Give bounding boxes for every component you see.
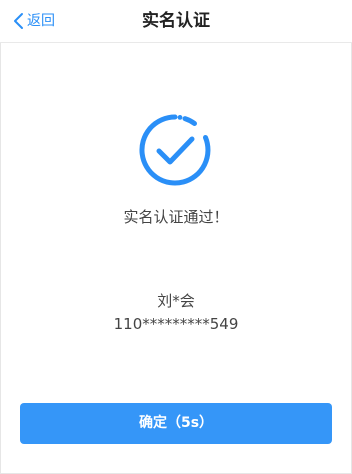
confirm-button[interactable]: 确定（5s） [20,403,332,444]
success-message: 实名认证通过！ [123,208,229,226]
page-title: 实名认证 [142,11,210,31]
masked-id-number: 110*********549 [113,315,239,333]
check-circle-icon [139,114,211,186]
masked-name: 刘*会 [157,292,195,310]
nav-bar: 返回 实名认证 [0,0,352,43]
